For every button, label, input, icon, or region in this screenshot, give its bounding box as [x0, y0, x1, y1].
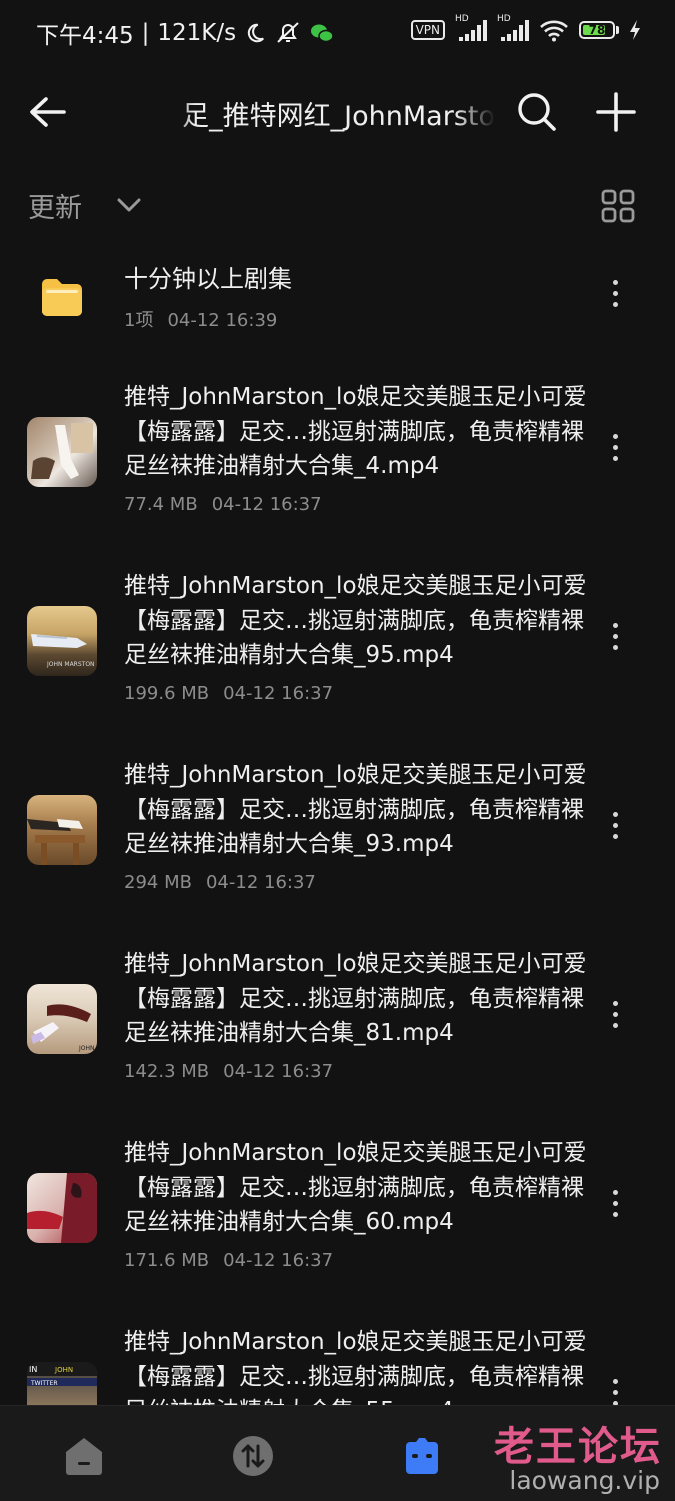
svg-text:TWITTER: TWITTER: [30, 1380, 58, 1387]
item-date: 04-12 16:37: [223, 683, 334, 704]
battery-level: 78: [588, 23, 606, 37]
signal-icon-2: HD: [497, 14, 529, 42]
list-item[interactable]: 推特_JohnMarston_lo娘足交美腿玉足小可爱【梅露露】足交…挑逗射满脚…: [0, 380, 675, 540]
item-meta: 171.6 MB 04-12 16:37: [124, 1250, 333, 1271]
item-name: 推特_JohnMarston_lo娘足交美腿玉足小可爱【梅露露】足交…挑逗射满脚…: [124, 384, 587, 479]
item-size: 142.3 MB: [124, 1061, 210, 1082]
charging-icon: [630, 20, 640, 40]
video-thumbnail: [27, 417, 97, 487]
files-icon: [406, 1438, 438, 1474]
nav-files-button[interactable]: [400, 1434, 444, 1478]
title-container: 足_推特网红_JohnMarsto: [155, 92, 495, 132]
more-options-button[interactable]: [600, 615, 630, 659]
item-meta: 77.4 MB 04-12 16:37: [124, 494, 322, 515]
search-button[interactable]: [515, 90, 559, 134]
item-name: 推特_JohnMarston_lo娘足交美腿玉足小可爱【梅露露】足交…挑逗射满脚…: [124, 951, 587, 1046]
item-name: 十分钟以上剧集: [124, 265, 292, 293]
status-speed: 121K/s: [157, 20, 237, 46]
app-bar: 足_推特网红_JohnMarsto: [0, 62, 675, 160]
item-size: 199.6 MB: [124, 683, 210, 704]
list-item[interactable]: 推特_JohnMarston_lo娘足交美腿玉足小可爱【梅露露】足交…挑逗射满脚…: [0, 1136, 675, 1296]
wechat-icon: [311, 24, 334, 43]
bottom-navigation: 老王论坛 laowang.vip: [0, 1405, 675, 1501]
item-name: 推特_JohnMarston_lo娘足交美腿玉足小可爱【梅露露】足交…挑逗射满脚…: [124, 573, 587, 668]
more-options-button[interactable]: [600, 426, 630, 470]
battery-icon: 78: [579, 21, 619, 39]
item-meta: 294 MB 04-12 16:37: [124, 872, 316, 893]
more-options-button[interactable]: [600, 804, 630, 848]
status-right: VPN HD HD 78: [410, 14, 641, 42]
item-meta: 142.3 MB 04-12 16:37: [124, 1061, 333, 1082]
item-name: 推特_JohnMarston_lo娘足交美腿玉足小可爱【梅露露】足交…挑逗射满脚…: [124, 1140, 587, 1235]
video-thumbnail: [27, 795, 97, 865]
item-date: 04-12 16:37: [223, 1250, 334, 1271]
status-separator: |: [141, 20, 150, 46]
item-date: 04-12 16:37: [205, 872, 316, 893]
list-item[interactable]: JOHN MARSTON 推特_JohnMarston_lo娘足交美腿玉足小可爱…: [0, 569, 675, 729]
moon-icon: [248, 23, 265, 43]
plus-icon: [596, 92, 636, 132]
wifi-icon: [540, 20, 568, 42]
home-icon: [66, 1438, 102, 1475]
video-thumbnail: JOHN: [27, 984, 97, 1054]
item-date: 04-12 16:37: [211, 494, 322, 515]
item-size: 77.4 MB: [124, 494, 198, 515]
status-time: 下午4:45: [36, 23, 134, 49]
watermark-logo: 老王论坛 laowang.vip: [486, 1414, 662, 1496]
item-size: 171.6 MB: [124, 1250, 210, 1271]
item-count: 1项: [124, 310, 154, 331]
chevron-down-icon[interactable]: [114, 190, 144, 220]
vpn-icon: VPN: [410, 20, 445, 40]
svg-text:JOHN MARSTON: JOHN MARSTON: [46, 661, 95, 668]
grid-view-icon[interactable]: [600, 188, 636, 224]
transfer-icon: [233, 1436, 273, 1476]
list-item[interactable]: 推特_JohnMarston_lo娘足交美腿玉足小可爱【梅露露】足交…挑逗射满脚…: [0, 758, 675, 918]
arrow-left-icon: [30, 97, 66, 127]
video-thumbnail: JOHN MARSTON: [27, 606, 97, 676]
status-left: 下午4:45 | 121K/s: [36, 16, 334, 50]
item-name: 推特_JohnMarston_lo娘足交美腿玉足小可爱【梅露露】足交…挑逗射满脚…: [124, 762, 587, 857]
more-options-button[interactable]: [600, 993, 630, 1037]
status-bar: 下午4:45 | 121K/s VPN HD HD 78: [0, 0, 675, 62]
sort-bar: 更新: [0, 178, 675, 234]
signal-icon: HD: [455, 14, 487, 42]
item-date: 04-12 16:37: [223, 1061, 334, 1082]
back-button[interactable]: [24, 92, 72, 132]
item-date: 04-12 16:39: [167, 310, 278, 331]
svg-text:JOHN: JOHN: [54, 1366, 73, 1374]
sort-label[interactable]: 更新: [28, 186, 82, 225]
folder-icon: [40, 276, 84, 318]
more-options-button[interactable]: [600, 1182, 630, 1226]
item-meta: 199.6 MB 04-12 16:37: [124, 683, 333, 704]
add-button[interactable]: [594, 90, 638, 134]
mute-icon: [277, 22, 299, 43]
nav-home-button[interactable]: [62, 1434, 106, 1478]
list-item[interactable]: 十分钟以上剧集 1项 04-12 16:39: [0, 250, 675, 360]
search-icon: [518, 93, 556, 131]
list-item[interactable]: JOHN 推特_JohnMarston_lo娘足交美腿玉足小可爱【梅露露】足交……: [0, 947, 675, 1107]
watermark-title: 老王论坛: [494, 1423, 662, 1470]
nav-transfer-button[interactable]: [231, 1434, 275, 1478]
svg-text:JOHN: JOHN: [78, 1045, 95, 1052]
more-options-button[interactable]: [600, 272, 630, 316]
video-thumbnail: [27, 1173, 97, 1243]
watermark-url: laowang.vip: [509, 1466, 660, 1495]
item-size: 294 MB: [124, 872, 192, 893]
item-meta: 1项 04-12 16:39: [124, 306, 277, 332]
page-title: 足_推特网红_JohnMarsto: [182, 101, 495, 132]
svg-text:IN: IN: [29, 1365, 37, 1374]
